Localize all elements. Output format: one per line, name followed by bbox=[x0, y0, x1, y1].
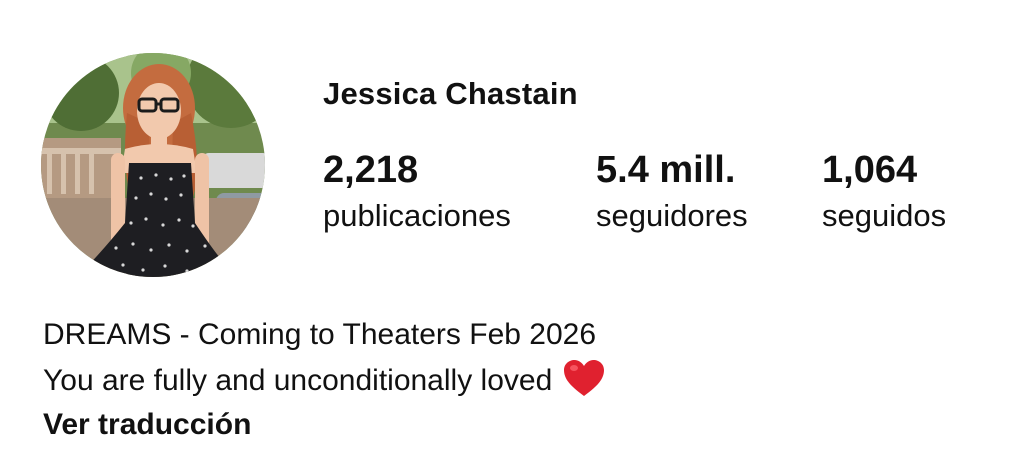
followers-count: 5.4 mill. bbox=[596, 149, 736, 191]
following-stat[interactable]: 1,064 seguidos bbox=[822, 148, 946, 236]
posts-count: 2,218 bbox=[323, 149, 419, 191]
profile-avatar[interactable] bbox=[41, 53, 265, 277]
bio-line-1: DREAMS - Coming to Theaters Feb 2026 bbox=[43, 318, 597, 351]
followers-label: seguidores bbox=[596, 198, 748, 233]
profile-name: Jessica Chastain bbox=[323, 76, 578, 111]
red-heart-icon bbox=[564, 360, 605, 396]
bio-line-2: You are fully and unconditionally loved bbox=[43, 358, 606, 404]
following-count: 1,064 bbox=[822, 149, 918, 191]
followers-stat[interactable]: 5.4 mill. seguidores bbox=[596, 148, 748, 236]
see-translation-link[interactable]: Ver traducción bbox=[43, 405, 251, 445]
profile-photo-icon bbox=[41, 53, 265, 277]
posts-stat[interactable]: 2,218 publicaciones bbox=[323, 148, 511, 236]
instagram-profile-header: Jessica Chastain 2,218 publicaciones 5.4… bbox=[0, 0, 1024, 451]
posts-label: publicaciones bbox=[323, 198, 511, 233]
following-label: seguidos bbox=[822, 198, 947, 233]
bio-line-2-text: You are fully and unconditionally loved bbox=[43, 364, 553, 397]
profile-bio: DREAMS - Coming to Theaters Feb 2026 You… bbox=[43, 312, 606, 404]
